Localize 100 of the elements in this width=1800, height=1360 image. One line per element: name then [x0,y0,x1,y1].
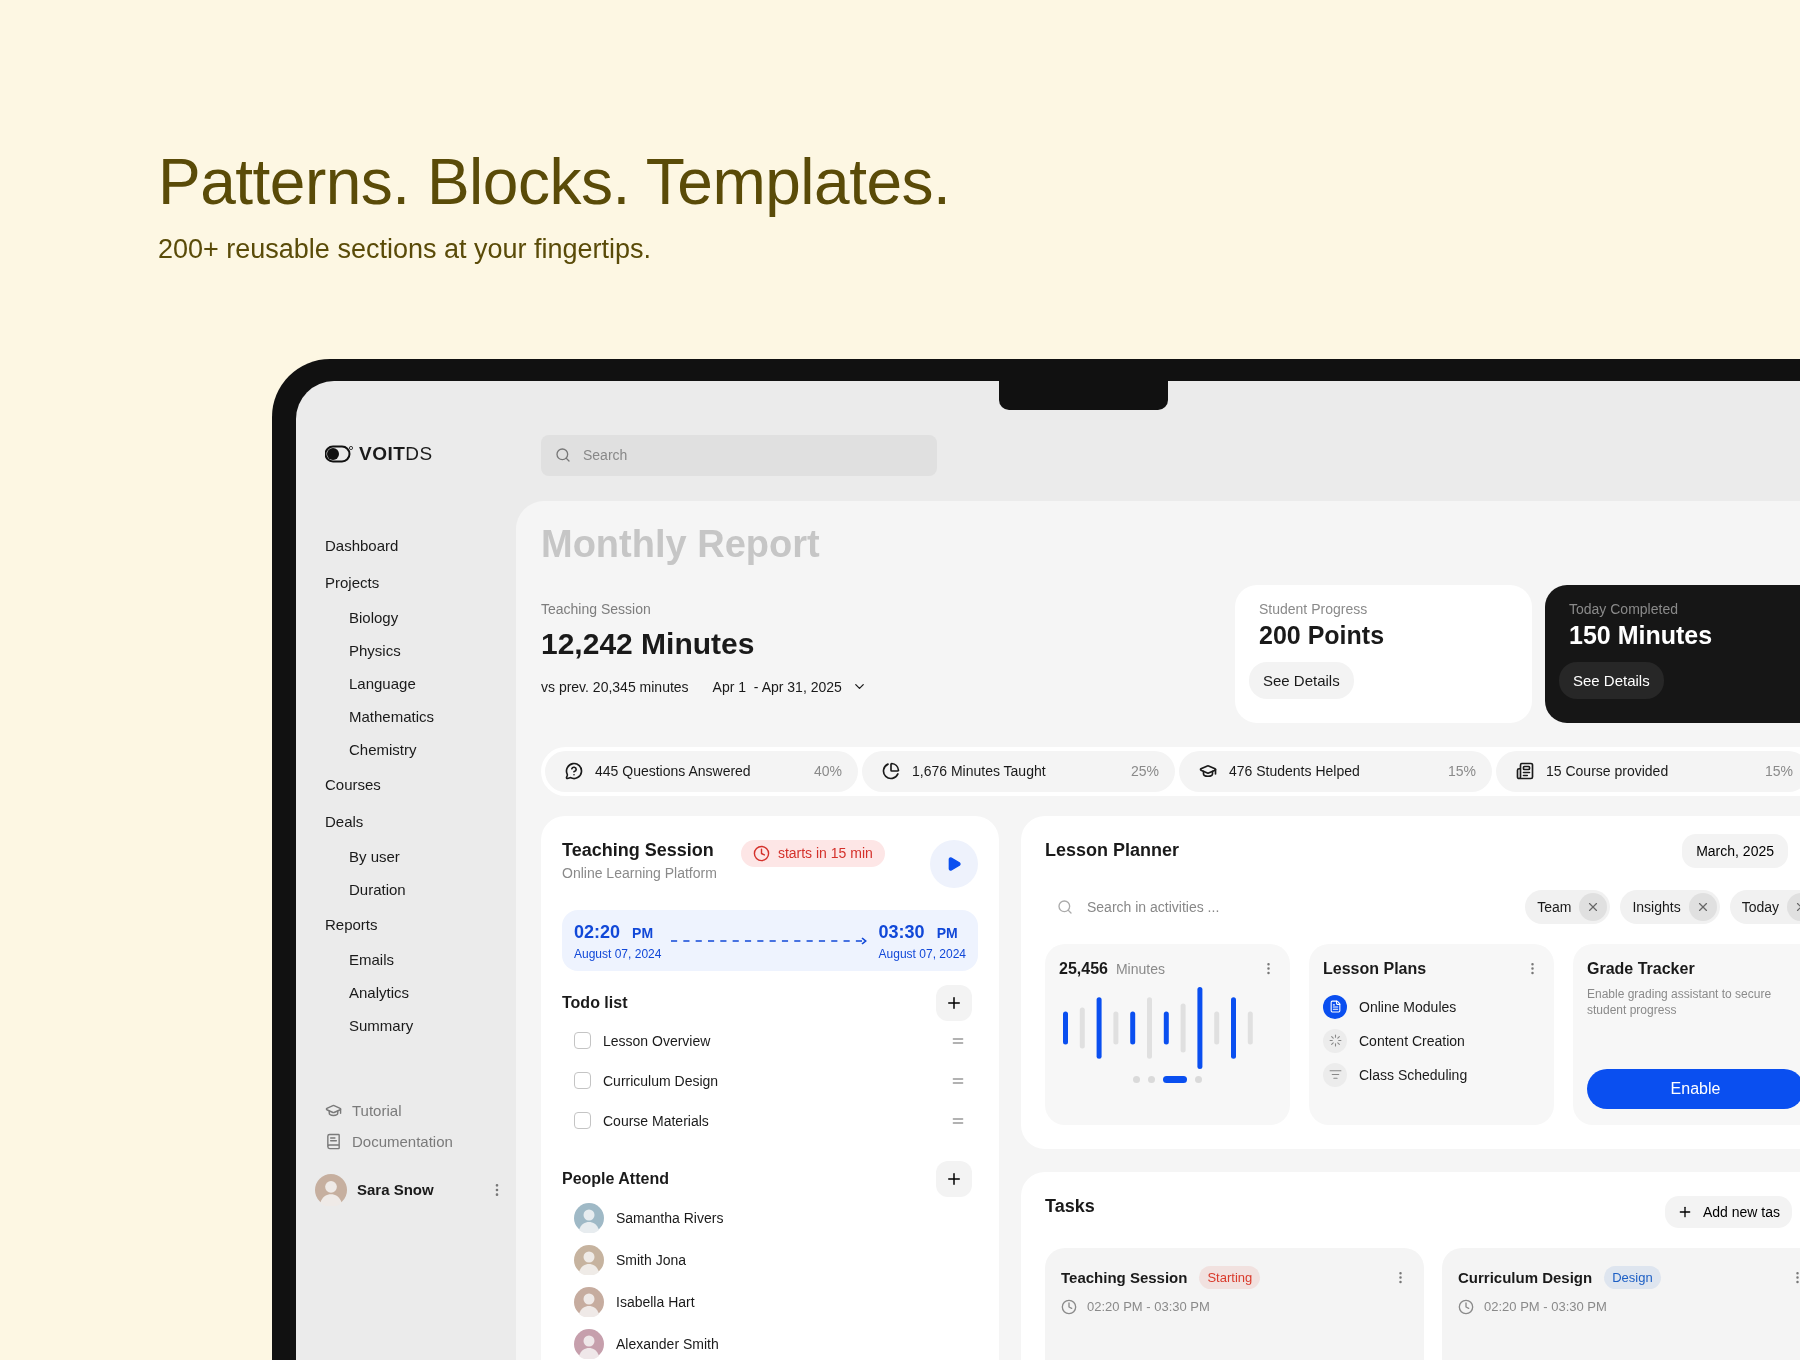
checkbox[interactable] [574,1032,591,1050]
end-date: August 07, 2024 [878,946,966,961]
checkbox[interactable] [574,1112,591,1130]
page-dot[interactable] [1148,1075,1155,1083]
play-icon [946,855,962,872]
search-icon [1057,898,1073,915]
card-label: Today Completed [1569,600,1679,617]
search-field[interactable]: Search [541,434,937,476]
card-title: Teaching Session [562,839,715,861]
sidebar-subitem[interactable]: Emails [325,942,516,976]
task-title: Curriculum Design [1458,1268,1593,1286]
card-description: Enable grading assistant to secure student progress [1587,985,1773,1018]
metric-label: Teaching Session [541,600,652,617]
task-tag: Design [1604,1265,1661,1289]
minutes-value: 25,456 [1059,959,1108,978]
sidebar-item[interactable]: Deals [325,802,516,840]
sidebar-subitem[interactable]: Duration [325,872,516,906]
add-button[interactable] [936,1160,972,1197]
pie-icon [882,762,900,781]
activity-search-field[interactable]: Search in activities ... [1085,897,1516,916]
plan-item[interactable]: Content Creation [1323,1023,1540,1058]
plan-item[interactable]: Online Modules [1323,989,1540,1024]
sidebar-link[interactable]: Tutorial [325,1101,516,1119]
sidebar-item[interactable]: Reports [325,905,516,943]
card-title: Lesson Planner [1045,839,1180,861]
sidebar-item[interactable]: Dashboard [325,526,516,564]
remove-button[interactable] [1688,892,1717,921]
comparison-text: vs prev. 20,345 minutes [541,678,689,695]
page-dot[interactable] [1133,1075,1140,1083]
sidebar-subitem[interactable]: Analytics [325,975,516,1009]
minutes-unit: Minutes [1115,960,1166,977]
start-date: August 07, 2024 [574,946,662,961]
stat-percent: 15% [1764,763,1793,780]
date-range-dropdown[interactable]: Apr 1 - Apr 31, 2025 [712,678,867,695]
add-task-button[interactable]: Add new tas [1664,1195,1792,1228]
end-time: 03:30 PM [878,921,959,943]
person-name: Alexander Smith [616,1335,719,1352]
todo-label: Curriculum Design [603,1072,720,1089]
avatar [574,1328,604,1359]
checkbox[interactable] [574,1072,591,1090]
person-name: Smith Jona [616,1251,687,1268]
stat-label: 1,676 Minutes Taught [912,763,1047,780]
clock-icon [1458,1298,1474,1315]
sidebar-item[interactable]: Courses [325,765,516,803]
card-title: Lesson Plans [1323,959,1428,978]
start-time: 02:20 PM [574,921,655,943]
filter-chip[interactable]: Insights [1620,889,1720,924]
logo: VOITDS [325,442,516,465]
see-details-button[interactable]: See Details [1249,661,1354,699]
document-icon [325,1132,342,1150]
sidebar-subitem[interactable]: Language [325,666,516,700]
filter-chip[interactable]: Today [1729,889,1800,924]
filter-chip[interactable]: Team [1525,889,1611,924]
section-title: People Attend [562,1169,669,1188]
see-details-button[interactable]: See Details [1559,661,1664,699]
clock-icon [1061,1298,1077,1315]
metric-value: 12,242 Minutes [541,626,756,661]
status-badge: starts in 15 min [740,839,885,867]
enable-button[interactable]: Enable [1587,1068,1800,1109]
stat-label: 476 Students Helped [1229,763,1361,780]
stat-label: 445 Questions Answered [595,763,752,780]
person-name: Samantha Rivers [616,1209,724,1226]
card-title: Tasks [1045,1195,1095,1217]
card-label: Student Progress [1259,600,1369,617]
avatar [574,1286,604,1317]
month-picker[interactable]: March, 2025 [1682,833,1788,868]
avatar [574,1244,604,1275]
user-name: Sara Snow [357,1181,435,1199]
play-button[interactable] [930,839,978,888]
sidebar-subitem[interactable]: Mathematics [325,699,516,733]
stat-percent: 25% [1130,763,1159,780]
sidebar-subitem[interactable]: Physics [325,633,516,667]
task-title: Teaching Session [1061,1268,1188,1286]
headline: Patterns. Blocks. Templates. [158,146,952,220]
task-tag: Starting [1199,1265,1261,1289]
sidebar-item[interactable]: Projects [325,563,516,601]
person-name: Isabella Hart [616,1293,695,1310]
add-button[interactable] [936,984,972,1021]
card-value: 150 Minutes [1569,620,1714,650]
card-subtitle: Online Learning Platform [562,864,717,881]
page-dot[interactable] [1195,1075,1202,1083]
sidebar-subitem[interactable]: By user [325,839,516,873]
stat-label: 15 Course provided [1546,763,1670,780]
sidebar-subitem[interactable]: Chemistry [325,732,516,766]
plan-item[interactable]: Class Scheduling [1323,1057,1540,1092]
task-time: 02:20 PM - 03:30 PM [1087,1299,1210,1315]
avatar [315,1173,347,1206]
todo-label: Lesson Overview [603,1032,712,1049]
section-title: Todo list [562,993,628,1012]
stat-percent: 15% [1447,763,1476,780]
remove-button[interactable] [1579,892,1608,921]
sidebar-link[interactable]: Documentation [325,1132,516,1150]
subheadline: 200+ reusable sections at your fingertips. [158,233,653,265]
card-value: 200 Points [1259,620,1386,650]
sidebar-subitem[interactable]: Summary [325,1008,516,1042]
question-icon [565,762,583,781]
avatar [574,1202,604,1233]
stat-percent: 40% [813,763,842,780]
sidebar-subitem[interactable]: Biology [325,600,516,634]
card-title: Grade Tracker [1587,959,1696,978]
